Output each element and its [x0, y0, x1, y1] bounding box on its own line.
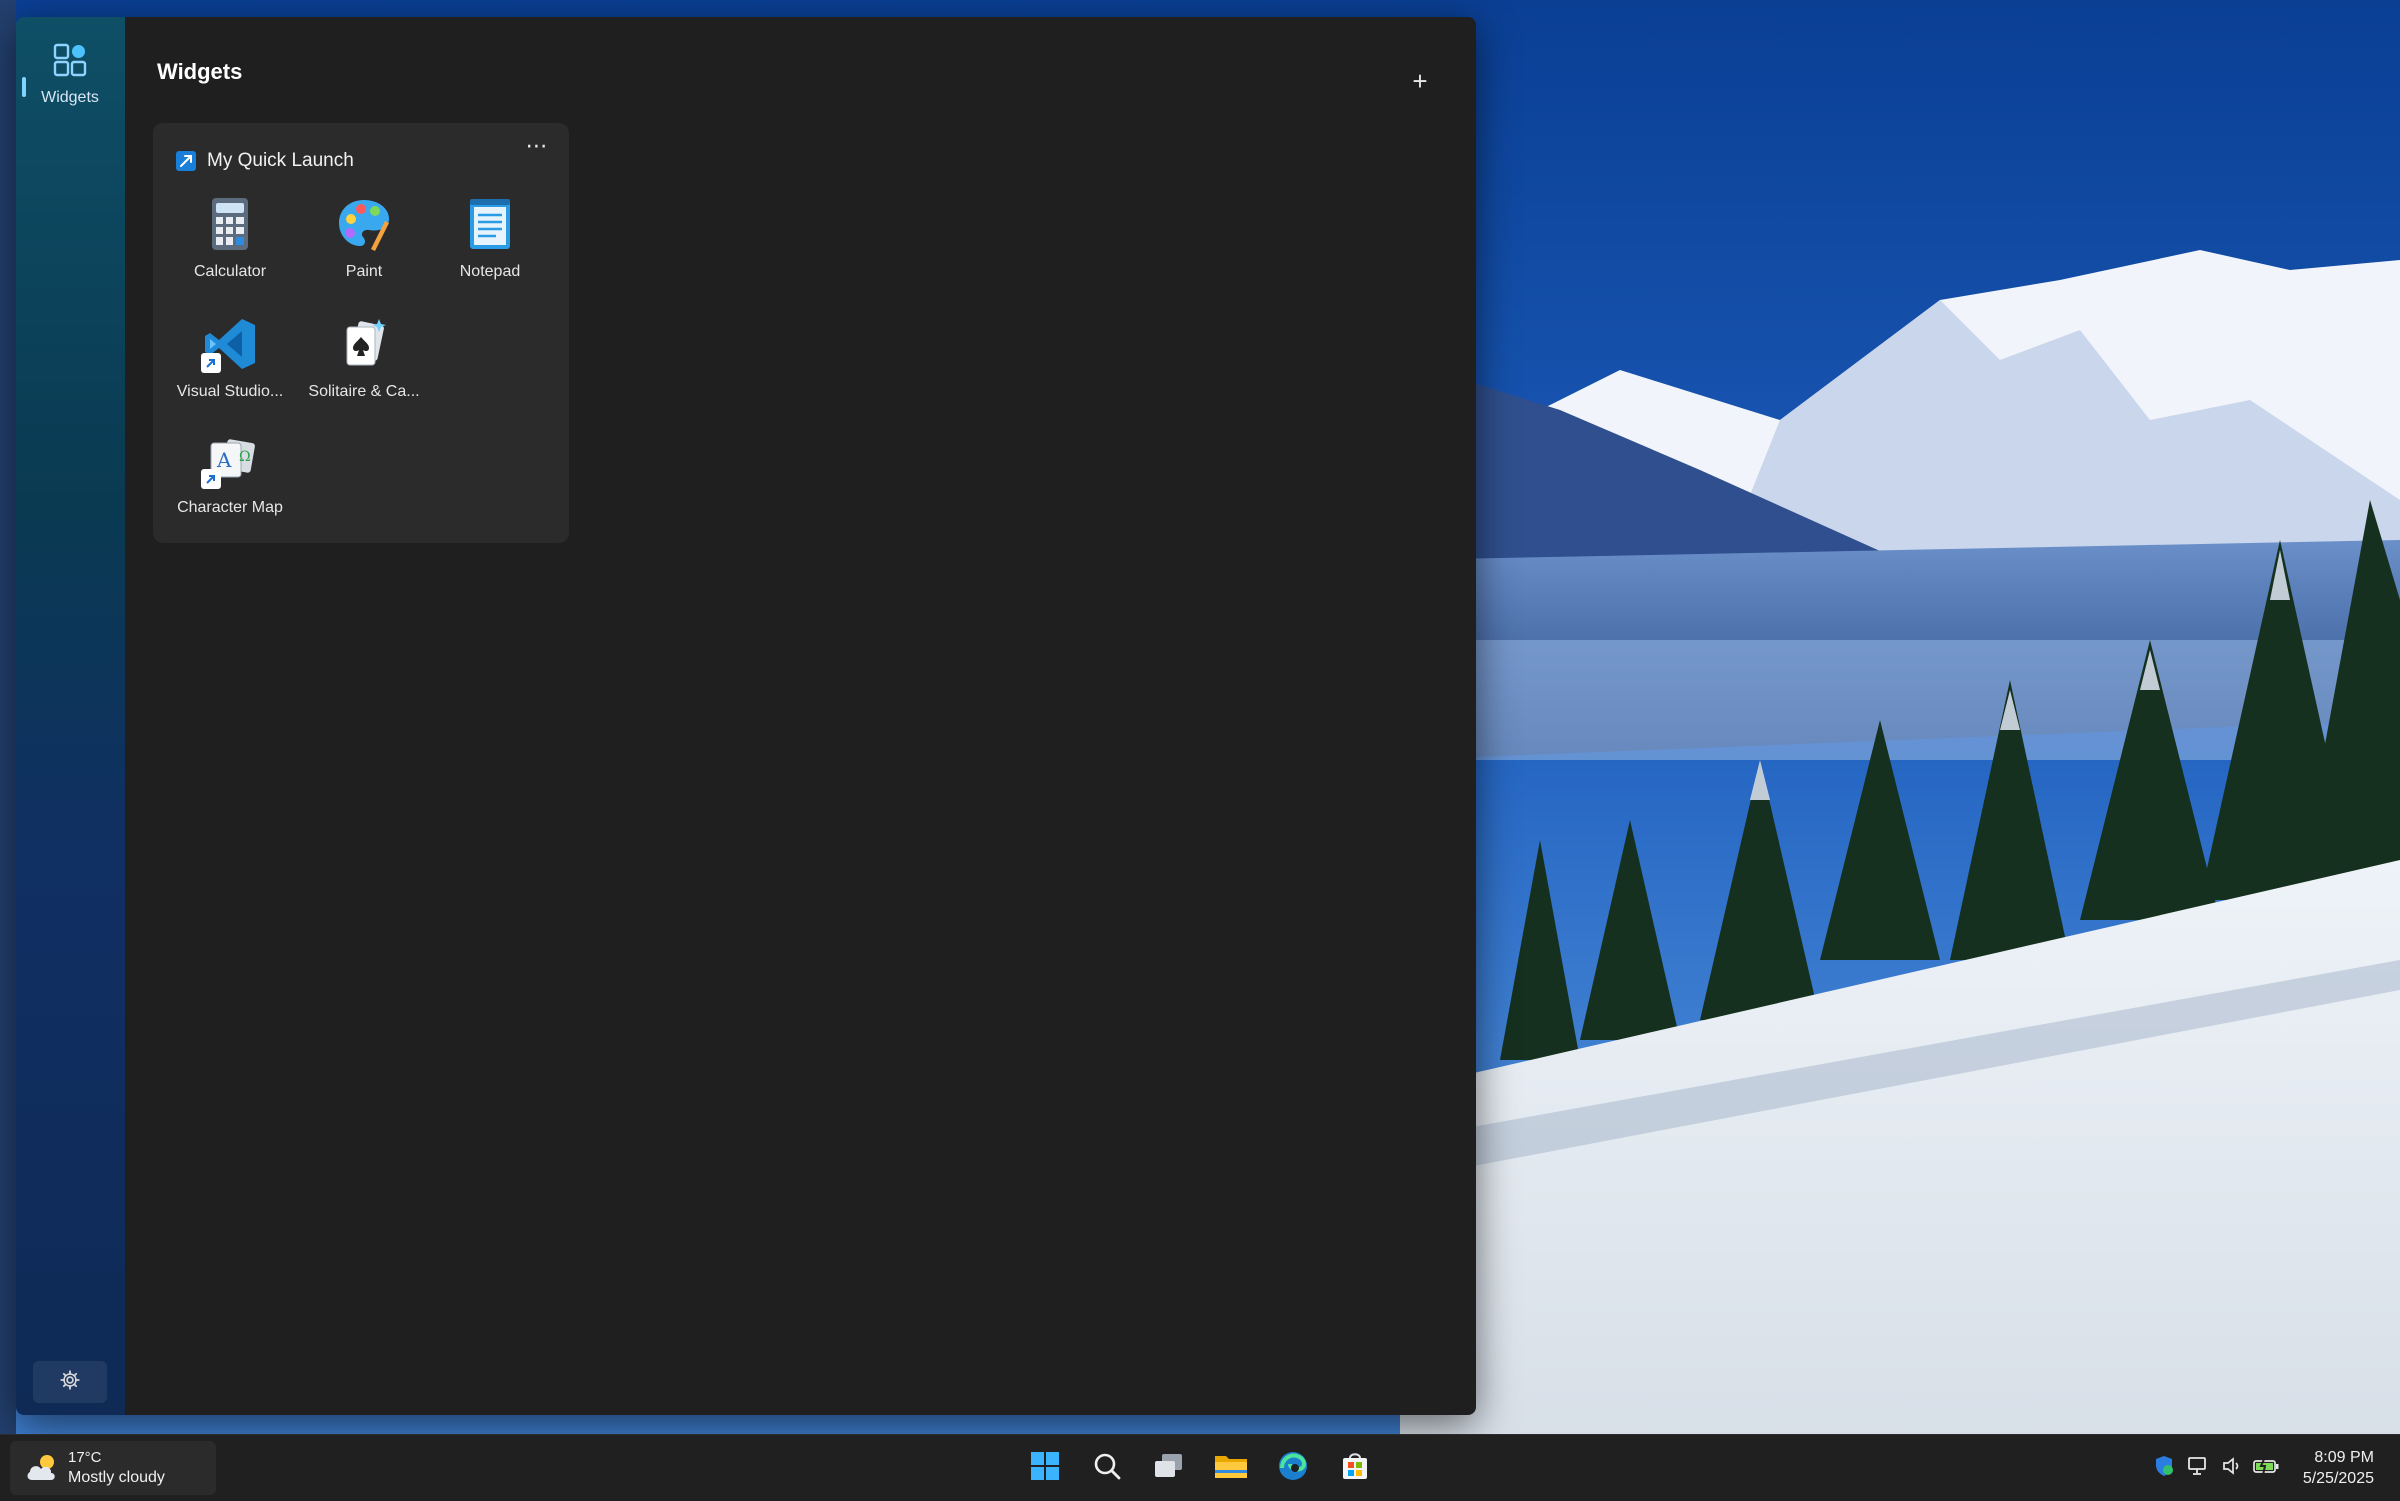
character-map-icon: A Ω [201, 431, 259, 489]
widgets-icon [52, 42, 88, 83]
weather-widget-button[interactable]: 17°C Mostly cloudy [10, 1441, 216, 1495]
quick-launch-icon [175, 150, 197, 172]
quick-launch-widget: My Quick Launch ⋯ Calculator Paint Notep… [153, 123, 569, 543]
clock-date: 5/25/2025 [2302, 1470, 2374, 1487]
widget-header: My Quick Launch [175, 141, 549, 181]
folder-icon [1213, 1450, 1249, 1487]
widgets-board: Widgets Widgets + My Quick Launch ⋯ Calc… [16, 17, 1476, 1415]
windows-logo-icon [1029, 1450, 1061, 1487]
volume-icon [2220, 1454, 2244, 1483]
volume-tray-button[interactable] [2215, 1451, 2249, 1485]
settings-button[interactable] [33, 1361, 107, 1403]
weather-temperature: 17°C [68, 1449, 102, 1466]
page-title: Widgets [157, 59, 243, 84]
widget-more-options-button[interactable]: ⋯ [517, 131, 557, 161]
app-tile-notepad[interactable]: Notepad [425, 185, 555, 295]
gear-icon [59, 1369, 81, 1396]
clock-time: 8:09 PM [2314, 1449, 2374, 1466]
app-label: Character Map [177, 499, 283, 516]
vscode-icon [201, 315, 259, 373]
cloud-sun-icon [22, 1448, 62, 1488]
battery-tray-button[interactable] [2249, 1451, 2283, 1485]
network-icon [2186, 1454, 2210, 1483]
nav-item-widgets[interactable]: Widgets [20, 29, 120, 119]
defender-tray-button[interactable] [2147, 1451, 2181, 1485]
edge-icon [1276, 1449, 1310, 1488]
app-tile-character-map[interactable]: A Ω Character Map [165, 421, 295, 531]
app-label: Paint [345, 263, 383, 280]
start-button[interactable] [1020, 1443, 1070, 1493]
task-view-icon [1152, 1450, 1186, 1487]
app-label: Solitaire & Ca... [308, 383, 420, 400]
battery-icon [2252, 1454, 2280, 1483]
file-explorer-button[interactable] [1206, 1443, 1256, 1493]
store-icon [1339, 1450, 1371, 1487]
solitaire-cards-icon [335, 315, 393, 373]
task-view-button[interactable] [1144, 1443, 1194, 1493]
store-button[interactable] [1330, 1443, 1380, 1493]
edge-button[interactable] [1268, 1443, 1318, 1493]
network-tray-button[interactable] [2181, 1451, 2215, 1485]
system-tray: 8:09 PM 5/25/2025 [2147, 1435, 2400, 1501]
app-label: Calculator [193, 263, 267, 280]
app-tile-calculator[interactable]: Calculator [165, 185, 295, 295]
notepad-icon [461, 195, 519, 253]
weather-condition: Mostly cloudy [68, 1469, 165, 1486]
taskbar-pinned-apps [1020, 1443, 1380, 1493]
weather-text: 17°C Mostly cloudy [68, 1448, 165, 1488]
widget-title: My Quick Launch [207, 150, 354, 171]
search-icon [1091, 1450, 1123, 1487]
shortcut-arrow-icon [201, 469, 221, 489]
shortcut-arrow-icon [201, 353, 221, 373]
search-button[interactable] [1082, 1443, 1132, 1493]
paint-palette-icon [335, 195, 393, 253]
defender-icon [2152, 1454, 2176, 1483]
widgets-board-content: Widgets + My Quick Launch ⋯ Calculator P… [125, 17, 1476, 1415]
svg-text:Ω: Ω [239, 449, 251, 465]
app-tile-visual-studio[interactable]: Visual Studio... [165, 305, 295, 415]
app-label: Visual Studio... [176, 383, 284, 400]
add-widget-button[interactable]: + [1402, 63, 1438, 99]
widgets-nav-rail: Widgets [16, 17, 125, 1415]
calculator-icon [201, 195, 259, 253]
nav-item-label: Widgets [41, 88, 99, 106]
clock-button[interactable]: 8:09 PM 5/25/2025 [2303, 1447, 2374, 1489]
taskbar: 17°C Mostly cloudy 8:09 PM 5/25/2025 [0, 1434, 2400, 1501]
app-tile-paint[interactable]: Paint [299, 185, 429, 295]
app-label: Notepad [459, 263, 521, 280]
app-tile-solitaire[interactable]: Solitaire & Ca... [299, 305, 429, 415]
